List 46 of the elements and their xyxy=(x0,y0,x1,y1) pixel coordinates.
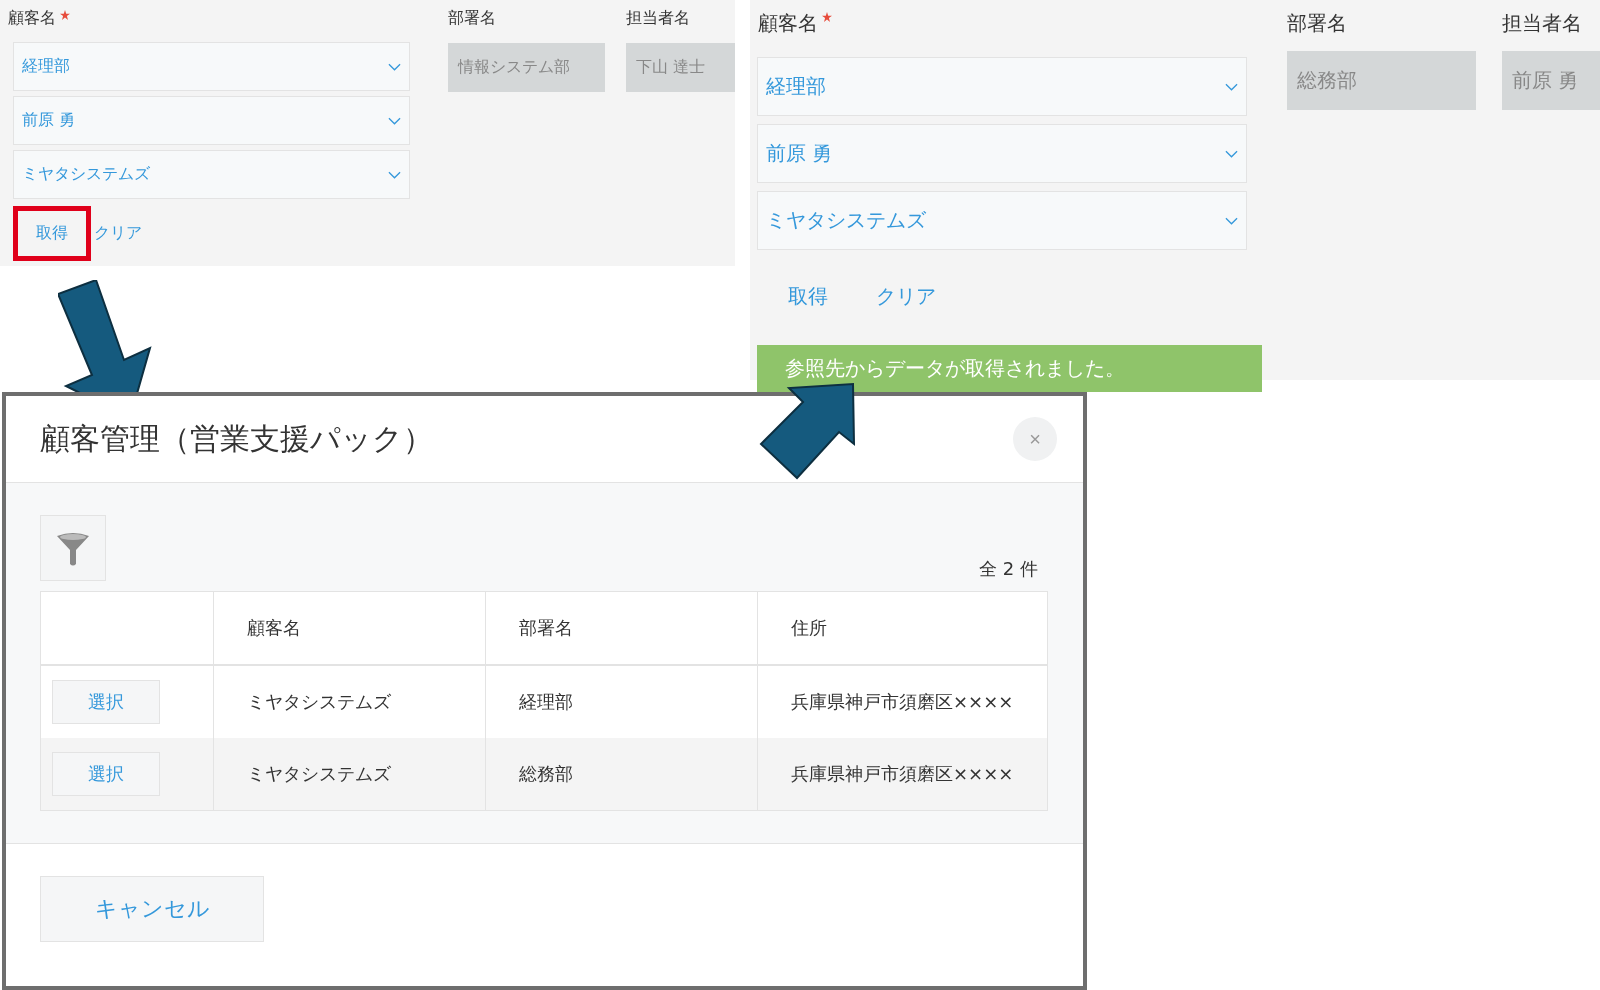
chevron-down-icon xyxy=(388,116,401,125)
chevron-down-icon xyxy=(1225,82,1238,91)
dropdown-field[interactable]: 前原 勇 xyxy=(13,96,410,145)
field-label: 部署名 xyxy=(1287,10,1347,37)
required-asterisk-icon xyxy=(60,10,70,20)
field-label: 顧客名 xyxy=(8,8,56,29)
readonly-field: 情報システム部 xyxy=(448,43,605,92)
chevron-down-icon xyxy=(388,170,401,179)
readonly-field: 下山 達士 xyxy=(626,43,735,92)
field-label: 部署名 xyxy=(448,8,496,29)
link-button[interactable]: クリア xyxy=(91,206,163,261)
table-cell: ミヤタシステムズ xyxy=(247,763,391,784)
readonly-field: 総務部 xyxy=(1287,51,1476,110)
required-asterisk-icon xyxy=(822,12,832,22)
link-button[interactable]: 取得 xyxy=(767,268,849,325)
filter-button[interactable] xyxy=(40,515,106,581)
success-message: 参照先からデータが取得されました。 xyxy=(757,345,1262,392)
column-header: 顧客名 xyxy=(247,617,301,638)
link-button[interactable]: 取得 xyxy=(13,206,91,261)
dropdown-field[interactable]: ミヤタシステムズ xyxy=(757,191,1247,250)
field-label: 顧客名 xyxy=(758,10,818,37)
dropdown-field[interactable]: 前原 勇 xyxy=(757,124,1247,183)
field-label: 担当者名 xyxy=(1502,10,1582,37)
close-button[interactable]: × xyxy=(1013,417,1057,461)
record-count: 全 2 件 xyxy=(979,557,1039,581)
readonly-field: 前原 勇 xyxy=(1502,51,1600,110)
arrow-up-icon xyxy=(757,382,857,482)
table-cell: ミヤタシステムズ xyxy=(247,691,391,712)
chevron-down-icon xyxy=(388,62,401,71)
table-cell: 兵庫県神戸市須磨区×××× xyxy=(791,691,1014,712)
link-button[interactable]: クリア xyxy=(855,268,957,325)
table-cell: 総務部 xyxy=(519,763,573,784)
column-header: 部署名 xyxy=(519,617,573,638)
table-cell: 経理部 xyxy=(519,691,573,712)
cancel-button[interactable]: キャンセル xyxy=(40,876,264,942)
chevron-down-icon xyxy=(1225,216,1238,225)
dropdown-field[interactable]: 経理部 xyxy=(13,42,410,91)
select-button[interactable]: 選択 xyxy=(52,680,160,724)
table-cell: 兵庫県神戸市須磨区×××× xyxy=(791,763,1014,784)
dialog-title: 顧客管理（営業支援パック） xyxy=(40,419,433,458)
chevron-down-icon xyxy=(1225,149,1238,158)
field-label: 担当者名 xyxy=(626,8,690,29)
select-button[interactable]: 選択 xyxy=(52,752,160,796)
dropdown-field[interactable]: ミヤタシステムズ xyxy=(13,150,410,199)
column-header: 住所 xyxy=(791,617,827,638)
dropdown-field[interactable]: 経理部 xyxy=(757,57,1247,116)
